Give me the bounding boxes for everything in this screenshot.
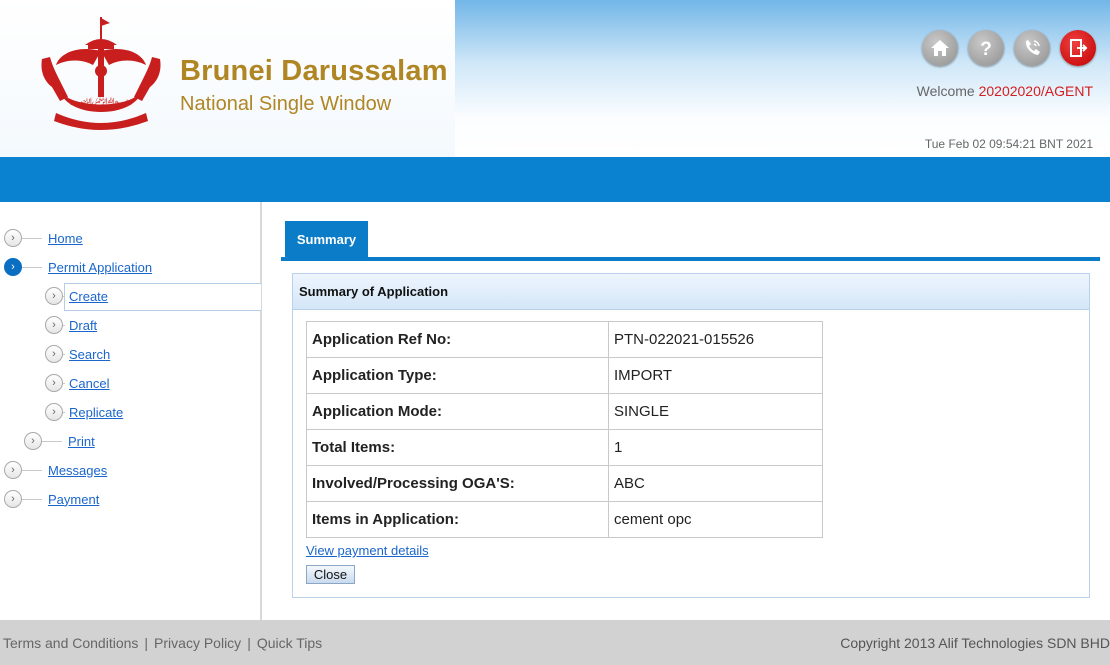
- row-key: Total Items:: [306, 429, 609, 466]
- sidebar-item-print[interactable]: › Print: [24, 427, 95, 455]
- sidebar-item-cancel[interactable]: › Cancel: [45, 369, 109, 397]
- tree-connector: [22, 498, 42, 500]
- chevron-right-icon: ›: [24, 432, 42, 450]
- sidebar-item-label[interactable]: Draft: [69, 318, 97, 333]
- table-row: Application Mode: SINGLE: [306, 393, 823, 430]
- logout-icon[interactable]: [1060, 30, 1096, 66]
- tree-connector: [22, 266, 42, 268]
- sidebar-item-label[interactable]: Cancel: [69, 376, 109, 391]
- phone-icon[interactable]: [1014, 30, 1050, 66]
- row-value: PTN-022021-015526: [608, 321, 823, 358]
- terms-link[interactable]: Terms and Conditions: [3, 635, 138, 651]
- chevron-right-icon: ›: [45, 374, 63, 392]
- chevron-right-icon: ›: [45, 316, 63, 334]
- sidebar: › Home › Permit Application › Create › D…: [0, 202, 262, 620]
- sidebar-item-permit-application[interactable]: › Permit Application: [4, 253, 152, 281]
- chevron-right-icon: ›: [45, 403, 63, 421]
- quick-tips-link[interactable]: Quick Tips: [257, 635, 322, 651]
- svg-text:?: ?: [980, 39, 992, 59]
- row-value: ABC: [608, 465, 823, 502]
- tree-connector: [42, 440, 62, 442]
- row-key: Application Mode:: [306, 393, 609, 430]
- tree-connector: [63, 353, 65, 355]
- view-payment-details-link[interactable]: View payment details: [306, 543, 429, 558]
- sidebar-item-label[interactable]: Home: [48, 231, 83, 246]
- tab-underline: [281, 257, 1100, 261]
- row-key: Involved/Processing OGA'S:: [306, 465, 609, 502]
- row-key: Application Ref No:: [306, 321, 609, 358]
- row-key: Application Type:: [306, 357, 609, 394]
- tab-summary[interactable]: Summary: [285, 221, 368, 258]
- table-row: Application Type: IMPORT: [306, 357, 823, 394]
- footer-links: Terms and Conditions | Privacy Policy | Quic…: [3, 635, 322, 651]
- panel-title: Summary of Application: [293, 274, 1089, 310]
- chevron-right-icon: ›: [4, 258, 22, 276]
- sidebar-item-create[interactable]: › Create: [45, 282, 108, 310]
- brand-subtitle: National Single Window: [180, 93, 392, 115]
- chevron-right-icon: ›: [45, 287, 63, 305]
- sidebar-item-payment[interactable]: › Payment: [4, 485, 99, 513]
- sidebar-item-label[interactable]: Permit Application: [48, 260, 152, 275]
- sidebar-item-label[interactable]: Create: [69, 289, 108, 304]
- row-value: IMPORT: [608, 357, 823, 394]
- row-value: cement opc: [608, 501, 823, 538]
- help-icon[interactable]: ?: [968, 30, 1004, 66]
- footer-separator: |: [247, 634, 251, 651]
- row-value: 1: [608, 429, 823, 466]
- copyright-text: Copyright 2013 Alif Technologies SDN BHD: [840, 634, 1110, 651]
- tree-connector: [63, 411, 65, 413]
- sidebar-item-messages[interactable]: › Messages: [4, 456, 107, 484]
- summary-table: Application Ref No: PTN-022021-015526 Ap…: [306, 321, 823, 538]
- tree-connector: [63, 382, 65, 384]
- brand-title: Brunei Darussalam: [180, 55, 448, 87]
- tree-connector: [63, 295, 65, 297]
- row-value: SINGLE: [608, 393, 823, 430]
- datetime: Tue Feb 02 09:54:21 BNT 2021: [924, 137, 1093, 151]
- header-sky-background: [455, 0, 1110, 157]
- table-row: Application Ref No: PTN-022021-015526: [306, 321, 823, 358]
- footer-separator: |: [144, 634, 149, 651]
- sidebar-item-home[interactable]: › Home: [4, 224, 83, 252]
- welcome-prefix: Welcome: [916, 83, 975, 99]
- sidebar-item-search[interactable]: › Search: [45, 340, 110, 368]
- summary-panel: Summary of Application Application Ref N…: [292, 273, 1090, 598]
- chevron-right-icon: ›: [4, 461, 22, 479]
- table-row: Items in Application: cement opc: [306, 501, 823, 538]
- sidebar-item-label[interactable]: Payment: [48, 492, 99, 507]
- sidebar-item-label[interactable]: Print: [68, 434, 95, 449]
- top-icon-bar: ?: [922, 30, 1096, 66]
- home-icon[interactable]: [922, 30, 958, 66]
- close-button[interactable]: Close: [306, 565, 355, 584]
- tree-connector: [63, 324, 65, 326]
- user-id: 20202020/AGENT: [978, 83, 1093, 99]
- brunei-crest-logo: ﷽: [41, 17, 161, 130]
- row-key: Items in Application:: [306, 501, 609, 538]
- sidebar-item-label[interactable]: Replicate: [69, 405, 123, 420]
- sidebar-item-label[interactable]: Search: [69, 347, 110, 362]
- footer: Terms and Conditions | Privacy Policy | Quic…: [0, 620, 1110, 665]
- header: ﷽ Brunei Darussalam National Single Wind…: [0, 0, 1110, 157]
- chevron-right-icon: ›: [45, 345, 63, 363]
- welcome-text: Welcome 20202020/AGENT: [917, 83, 1093, 99]
- tree-connector: [22, 469, 42, 471]
- sidebar-item-replicate[interactable]: › Replicate: [45, 398, 123, 426]
- navigation-bar: [0, 157, 1110, 202]
- table-row: Involved/Processing OGA'S: ABC: [306, 465, 823, 502]
- chevron-right-icon: ›: [4, 490, 22, 508]
- chevron-right-icon: ›: [4, 229, 22, 247]
- sidebar-item-draft[interactable]: › Draft: [45, 311, 97, 339]
- privacy-link[interactable]: Privacy Policy: [154, 635, 241, 651]
- table-row: Total Items: 1: [306, 429, 823, 466]
- sidebar-item-label[interactable]: Messages: [48, 463, 107, 478]
- tree-connector: [22, 237, 42, 239]
